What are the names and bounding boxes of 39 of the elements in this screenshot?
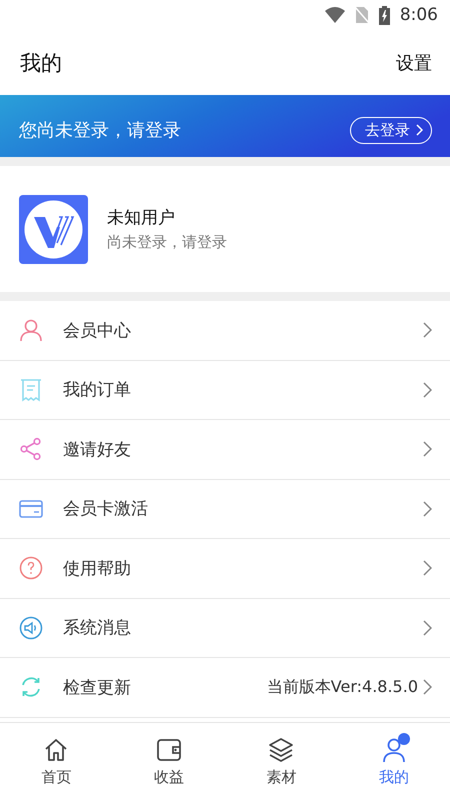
no-sim-icon bbox=[354, 6, 369, 24]
menu-label: 我的订单 bbox=[63, 379, 132, 402]
login-hint: 尚未登录，请登录 bbox=[107, 233, 227, 252]
nav-tab[interactable]: 素材 bbox=[225, 723, 338, 800]
chevron-icon bbox=[422, 679, 432, 696]
status-time: 8:06 bbox=[400, 5, 438, 25]
menu-label: 使用帮助 bbox=[63, 558, 132, 580]
chevron-icon bbox=[422, 441, 432, 458]
chevron-icon bbox=[422, 382, 432, 398]
menu-label: 系统消息 bbox=[63, 617, 132, 640]
login-button[interactable]: 去登录 bbox=[350, 116, 432, 144]
chevron-icon bbox=[422, 620, 432, 636]
refresh-icon bbox=[19, 675, 43, 700]
nav-tab[interactable]: 收益 bbox=[112, 723, 225, 800]
login-prompt: 您尚未登录，请登录 bbox=[19, 119, 181, 142]
wifi-icon bbox=[324, 7, 345, 23]
battery-charging-icon bbox=[378, 6, 390, 24]
menu-label: 会员卡激活 bbox=[63, 498, 149, 520]
layers-icon bbox=[267, 736, 296, 764]
share-icon bbox=[19, 437, 43, 462]
person-icon bbox=[19, 318, 43, 342]
user-name: 未知用户 bbox=[107, 207, 176, 229]
chevron-icon bbox=[422, 560, 432, 576]
menu-label: 会员中心 bbox=[63, 320, 132, 342]
menu-label: 检查更新 bbox=[63, 676, 132, 699]
speaker-icon bbox=[19, 616, 43, 640]
chevron-icon bbox=[422, 322, 432, 338]
receipt-icon bbox=[19, 378, 43, 402]
nav-tab[interactable]: 我的 bbox=[338, 723, 450, 800]
version-text: 当前版本Ver:4.8.5.0 bbox=[266, 676, 418, 698]
chevron-icon bbox=[416, 124, 423, 136]
page-title: 我的 bbox=[20, 50, 62, 76]
chevron-icon bbox=[422, 500, 432, 517]
wallet-icon bbox=[154, 736, 183, 764]
help-icon bbox=[19, 556, 43, 580]
settings-button[interactable]: 设置 bbox=[396, 50, 432, 74]
nav-tab[interactable]: 首页 bbox=[0, 723, 112, 800]
menu-label: 邀请好友 bbox=[63, 438, 132, 461]
app-logo bbox=[19, 194, 88, 264]
